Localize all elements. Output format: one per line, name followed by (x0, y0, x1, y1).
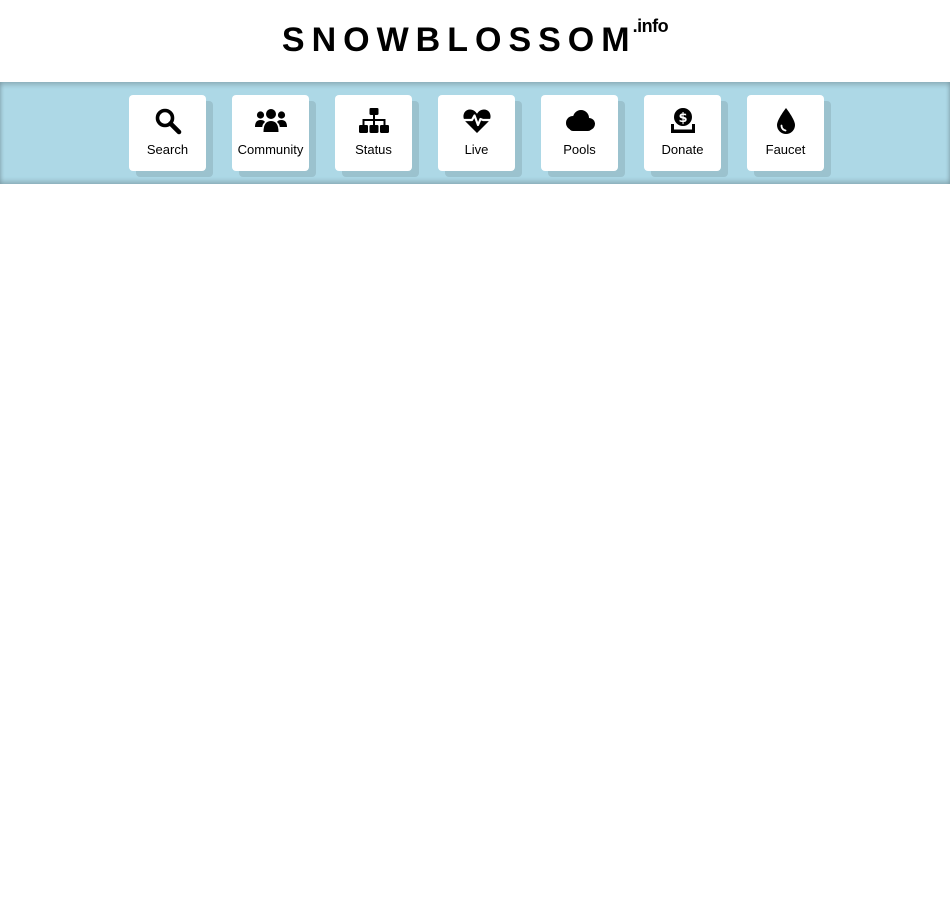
brand-name: SNOWBLOSSOM (281, 21, 637, 59)
brand-tld: .info (632, 16, 669, 36)
nav-item-label: Search (146, 142, 189, 157)
nav-item-live[interactable]: Live (438, 95, 515, 171)
nav-item-label: Status (355, 142, 392, 157)
nav-item-label: Faucet (765, 142, 806, 157)
nav-item-label: Community (237, 142, 304, 157)
main-nav: Search Community Status Live Pools $ Don… (0, 82, 950, 184)
nav-item-label: Pools (563, 142, 596, 157)
site-header: SNOWBLOSSOM.info (0, 0, 950, 82)
heartbeat-icon (438, 107, 515, 135)
users-icon (232, 107, 309, 135)
nav-item-pools[interactable]: Pools (541, 95, 618, 171)
nav-item-status[interactable]: Status (335, 95, 412, 171)
nav-item-community[interactable]: Community (232, 95, 309, 171)
nav-item-search[interactable]: Search (129, 95, 206, 171)
nav-item-faucet[interactable]: Faucet (747, 95, 824, 171)
nav-list: Search Community Status Live Pools $ Don… (129, 95, 824, 171)
donate-icon: $ (644, 107, 721, 135)
main-content (0, 184, 950, 918)
sitemap-icon (335, 107, 412, 135)
svg-text:$: $ (678, 111, 687, 126)
nav-item-label: Donate (661, 142, 704, 157)
tint-icon (747, 107, 824, 135)
nav-item-label: Live (464, 142, 489, 157)
search-icon (129, 107, 206, 135)
nav-item-donate[interactable]: $ Donate (644, 95, 721, 171)
cloud-icon (541, 107, 618, 135)
site-logo[interactable]: SNOWBLOSSOM.info (0, 16, 950, 62)
